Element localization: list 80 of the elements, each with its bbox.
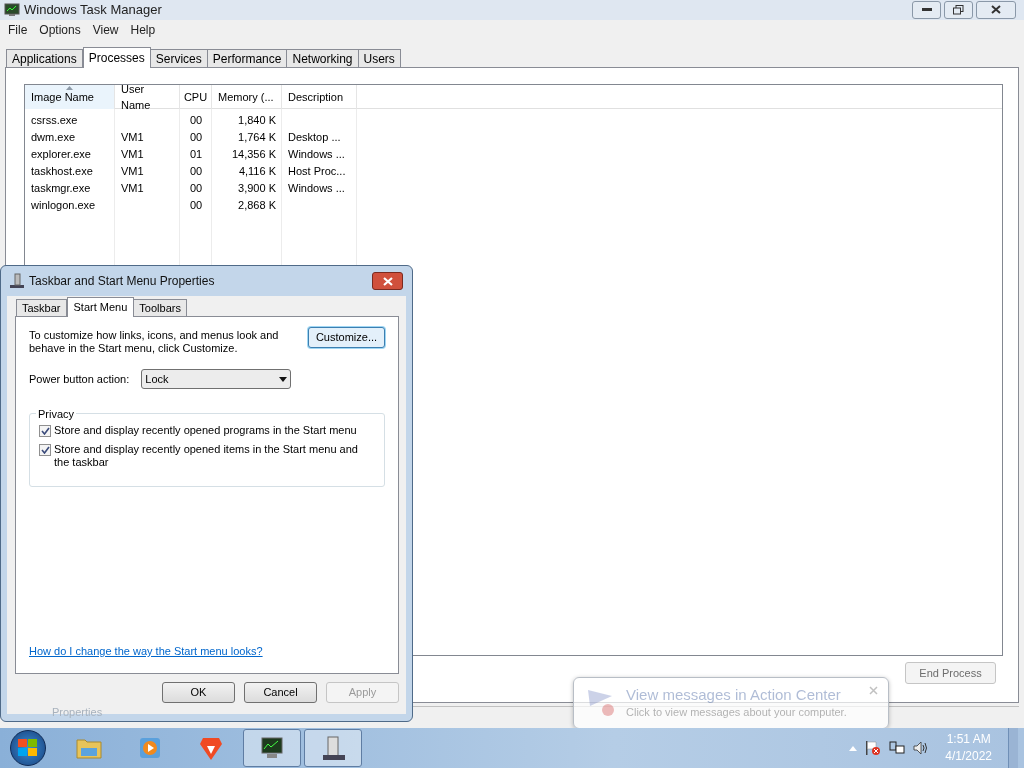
table-cell: Windows ...	[288, 148, 345, 161]
status-text: Properties	[52, 705, 103, 720]
menu-item[interactable]: Help	[124, 20, 162, 39]
tab[interactable]: Applications	[6, 49, 83, 67]
tab[interactable]: Toolbars	[133, 299, 187, 316]
start-button[interactable]	[10, 730, 46, 766]
tab[interactable]: Networking	[286, 49, 359, 67]
table-cell: 1,764 K	[238, 131, 276, 144]
checkbox[interactable]	[39, 425, 51, 437]
table-cell: explorer.exe	[31, 148, 91, 161]
menu-item[interactable]: File	[2, 20, 34, 39]
close-icon	[991, 5, 1001, 15]
column-header[interactable]: CPU	[180, 85, 212, 109]
column-header[interactable]: Memory (...	[212, 85, 282, 109]
minimize-button[interactable]	[912, 0, 941, 19]
table-cell: Desktop ...	[288, 131, 341, 144]
close-icon	[382, 276, 393, 286]
table-cell: csrss.exe	[31, 114, 78, 127]
description-text: To customize how links, icons, and menus look and behave in the Start menu, click Customize.	[29, 329, 280, 355]
table-cell: 2,868 K	[238, 199, 276, 212]
sort-arrow-icon	[66, 86, 73, 90]
close-button[interactable]	[372, 272, 403, 290]
end-process-button[interactable]: End Process	[905, 662, 996, 684]
tab[interactable]: Users	[357, 49, 401, 67]
menu-item[interactable]: View	[86, 20, 125, 39]
column-header[interactable]: User Name	[115, 85, 180, 109]
table-cell: 00	[189, 165, 203, 178]
notification-message: Click to view messages about your computer.	[626, 704, 847, 720]
table-cell: 14,356 K	[231, 148, 276, 161]
checkbox[interactable]	[39, 444, 51, 456]
tab[interactable]: Start Menu	[66, 297, 135, 317]
checkbox-label: Store and display recently opened items in the Start menu and the taskbar	[54, 443, 359, 469]
table-cell: winlogon.exe	[31, 199, 96, 212]
flag-error-icon[interactable]	[865, 740, 882, 756]
checkbox-label: Store and display recently opened programs in the Start menu	[54, 424, 358, 437]
dialog-title: Taskbar and Start Menu Properties	[29, 273, 215, 290]
tower-icon	[9, 273, 25, 289]
column-header[interactable]: Description	[282, 85, 357, 109]
tab[interactable]: Services	[149, 49, 208, 67]
monitor-icon	[4, 2, 20, 17]
window-title: Windows Task Manager	[24, 1, 162, 19]
taskbar-button[interactable]	[304, 729, 362, 767]
speaker-icon[interactable]	[913, 741, 930, 755]
table-cell: taskhost.exe	[31, 165, 93, 178]
windows-logo-icon	[18, 739, 38, 757]
table-cell: Host Proc...	[288, 165, 346, 178]
table-cell: dwm.exe	[31, 131, 76, 144]
dialog-button[interactable]: Cancel	[244, 682, 317, 703]
dialog-button[interactable]: OK	[162, 682, 235, 703]
restore-icon	[953, 4, 964, 15]
tab[interactable]: Performance	[206, 49, 288, 67]
table-cell: VM1	[121, 148, 144, 161]
close-button[interactable]	[976, 0, 1016, 19]
dropdown-arrow-icon	[279, 376, 288, 382]
restore-button[interactable]	[944, 0, 973, 19]
minimize-icon	[921, 7, 932, 12]
table-cell: Windows ...	[288, 182, 345, 195]
table-cell: 4,116 K	[238, 165, 276, 178]
table-cell: 00	[189, 131, 203, 144]
table-cell: 00	[189, 182, 203, 195]
table-cell: 1,840 K	[238, 114, 276, 127]
table-cell: VM1	[121, 182, 144, 195]
tab[interactable]: Taskbar	[16, 299, 67, 316]
power-action-dropdown[interactable]: Lock	[141, 369, 292, 389]
network-icon[interactable]	[889, 740, 906, 756]
help-link[interactable]: How do I change the way the Start menu looks?	[29, 643, 263, 660]
table-cell: 00	[189, 199, 203, 212]
menu-item[interactable]: Options	[33, 20, 87, 39]
table-cell: taskmgr.exe	[31, 182, 91, 195]
table-cell: VM1	[121, 165, 144, 178]
table-cell: 3,900 K	[238, 182, 276, 195]
table-cell: 01	[189, 148, 203, 161]
column-header[interactable]: Image Name	[25, 85, 115, 109]
table-cell: VM1	[121, 131, 144, 144]
tab[interactable]: Processes	[82, 47, 151, 68]
notification-title: View messages in Action Center	[626, 685, 842, 704]
field-label: Power button action:	[29, 371, 130, 387]
customize-button[interactable]: Customize...	[308, 327, 385, 348]
table-cell: 00	[189, 114, 203, 127]
taskbar-button[interactable]	[243, 729, 301, 767]
